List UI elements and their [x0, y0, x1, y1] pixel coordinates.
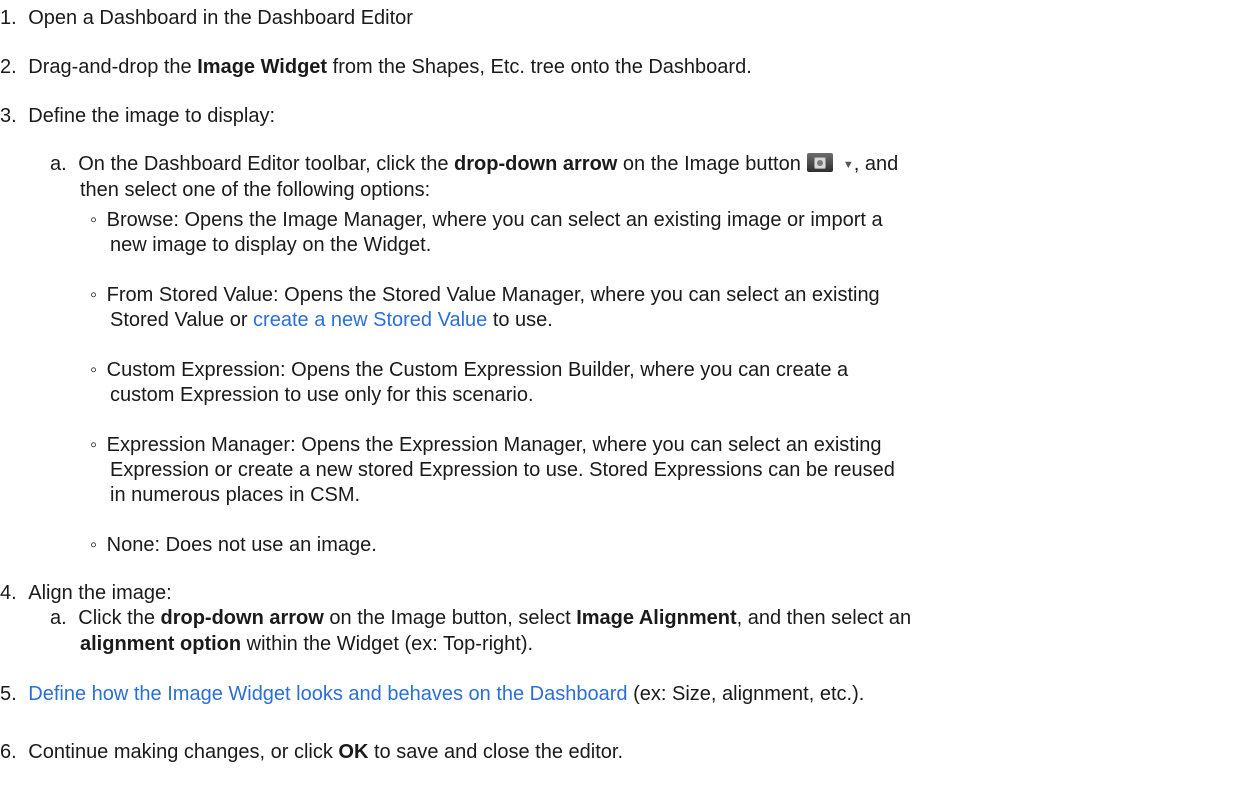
option-browse: ◦ Browse: Opens the Image Manager, where…: [90, 208, 883, 232]
step-6: 6. Continue making changes, or click OK …: [0, 740, 623, 764]
step-text: Align the image:: [28, 582, 172, 604]
bullet: ◦: [90, 209, 98, 231]
bold-term: Image Widget: [197, 56, 328, 78]
text-run: from the Shapes, Etc. tree onto the Dash…: [327, 56, 752, 78]
camera-lens: [813, 157, 826, 169]
bold-term: alignment option: [80, 633, 242, 655]
step-2: 2. Drag-and-drop the Image Widget from t…: [0, 55, 752, 79]
option-custom-expression-continued: custom Expression to use only for this s…: [110, 384, 534, 406]
substep-text: Click the drop-down arrow on the Image b…: [78, 607, 911, 629]
text-run: within the Widget (ex: Top-right).: [241, 633, 534, 655]
text-run: to save and close the editor.: [368, 741, 624, 763]
text-run: Stored Value or: [110, 309, 254, 331]
substep-letter: a.: [50, 607, 67, 629]
text-run: on the Image button, select: [323, 607, 577, 629]
text-run: On the Dashboard Editor toolbar, click t…: [78, 153, 455, 175]
step-number: 3.: [0, 105, 17, 127]
bold-term: OK: [338, 741, 369, 763]
step-text: Continue making changes, or click OK to …: [28, 741, 623, 763]
step-number: 1.: [0, 7, 17, 29]
option-text: None: Does not use an image.: [106, 534, 377, 556]
step-number: 4.: [0, 582, 17, 604]
bold-term: Image Alignment: [576, 607, 737, 629]
bullet: ◦: [90, 359, 98, 381]
substep-3a-continued: then select one of the following options…: [80, 179, 431, 201]
substep-4a-continued: alignment option within the Widget (ex: …: [80, 632, 533, 656]
text-run: Click the: [78, 607, 161, 629]
option-stored-value: ◦ From Stored Value: Opens the Stored Va…: [90, 283, 880, 307]
bullet: ◦: [90, 284, 98, 306]
step-text: Open a Dashboard in the Dashboard Editor: [28, 7, 413, 29]
substep-3a: a. On the Dashboard Editor toolbar, clic…: [50, 152, 898, 177]
option-stored-value-continued: Stored Value or create a new Stored Valu…: [110, 308, 553, 332]
text-run: , and then select an: [736, 607, 912, 629]
substep-4a: a. Click the drop-down arrow on the Imag…: [50, 606, 911, 630]
text-run: on the Image button: [617, 153, 801, 175]
bold-term: drop-down arrow: [454, 153, 618, 175]
option-expression-manager-continued: Expression or create a new stored Expres…: [110, 459, 895, 481]
step-3: 3. Define the image to display:: [0, 104, 275, 128]
camera-icon[interactable]: [806, 153, 833, 173]
substep-letter: a.: [50, 153, 67, 175]
step-text: Drag-and-drop the Image Widget from the …: [28, 56, 752, 78]
step-5: 5. Define how the Image Widget looks and…: [0, 682, 864, 706]
text-run: Continue making changes, or click: [28, 741, 339, 763]
option-text: Expression Manager: Opens the Expression…: [106, 434, 882, 456]
step-4: 4. Align the image:: [0, 581, 172, 605]
step-number: 2.: [0, 56, 17, 78]
define-widget-appearance-link[interactable]: Define how the Image Widget looks and be…: [28, 683, 627, 705]
bullet: ◦: [90, 534, 98, 556]
option-text: Custom Expression: Opens the Custom Expr…: [106, 359, 849, 381]
step-text: Define the image to display:: [28, 105, 276, 127]
text-run: , and: [853, 153, 899, 175]
step-number: 5.: [0, 683, 17, 705]
option-text: From Stored Value: Opens the Stored Valu…: [106, 284, 880, 306]
option-expression-manager: ◦ Expression Manager: Opens the Expressi…: [90, 433, 882, 457]
create-stored-value-link[interactable]: create a new Stored Value: [253, 309, 487, 331]
text-run: to use.: [487, 309, 553, 331]
step-text: Define how the Image Widget looks and be…: [28, 683, 864, 705]
text-run: Drag-and-drop the: [28, 56, 198, 78]
option-none: ◦ None: Does not use an image.: [90, 533, 377, 557]
step-1: 1. Open a Dashboard in the Dashboard Edi…: [0, 6, 413, 30]
option-custom-expression: ◦ Custom Expression: Opens the Custom Ex…: [90, 358, 848, 382]
text-run: (ex: Size, alignment, etc.).: [627, 683, 865, 705]
substep-text: On the Dashboard Editor toolbar, click t…: [78, 153, 898, 175]
option-expression-manager-continued-2: in numerous places in CSM.: [110, 484, 361, 506]
option-browse-continued: new image to display on the Widget.: [110, 234, 432, 256]
bold-term: drop-down arrow: [160, 607, 324, 629]
option-text: Browse: Opens the Image Manager, where y…: [106, 209, 883, 231]
bullet: ◦: [90, 434, 98, 456]
step-number: 6.: [0, 741, 17, 763]
dropdown-arrow-icon[interactable]: ▼: [843, 153, 854, 177]
